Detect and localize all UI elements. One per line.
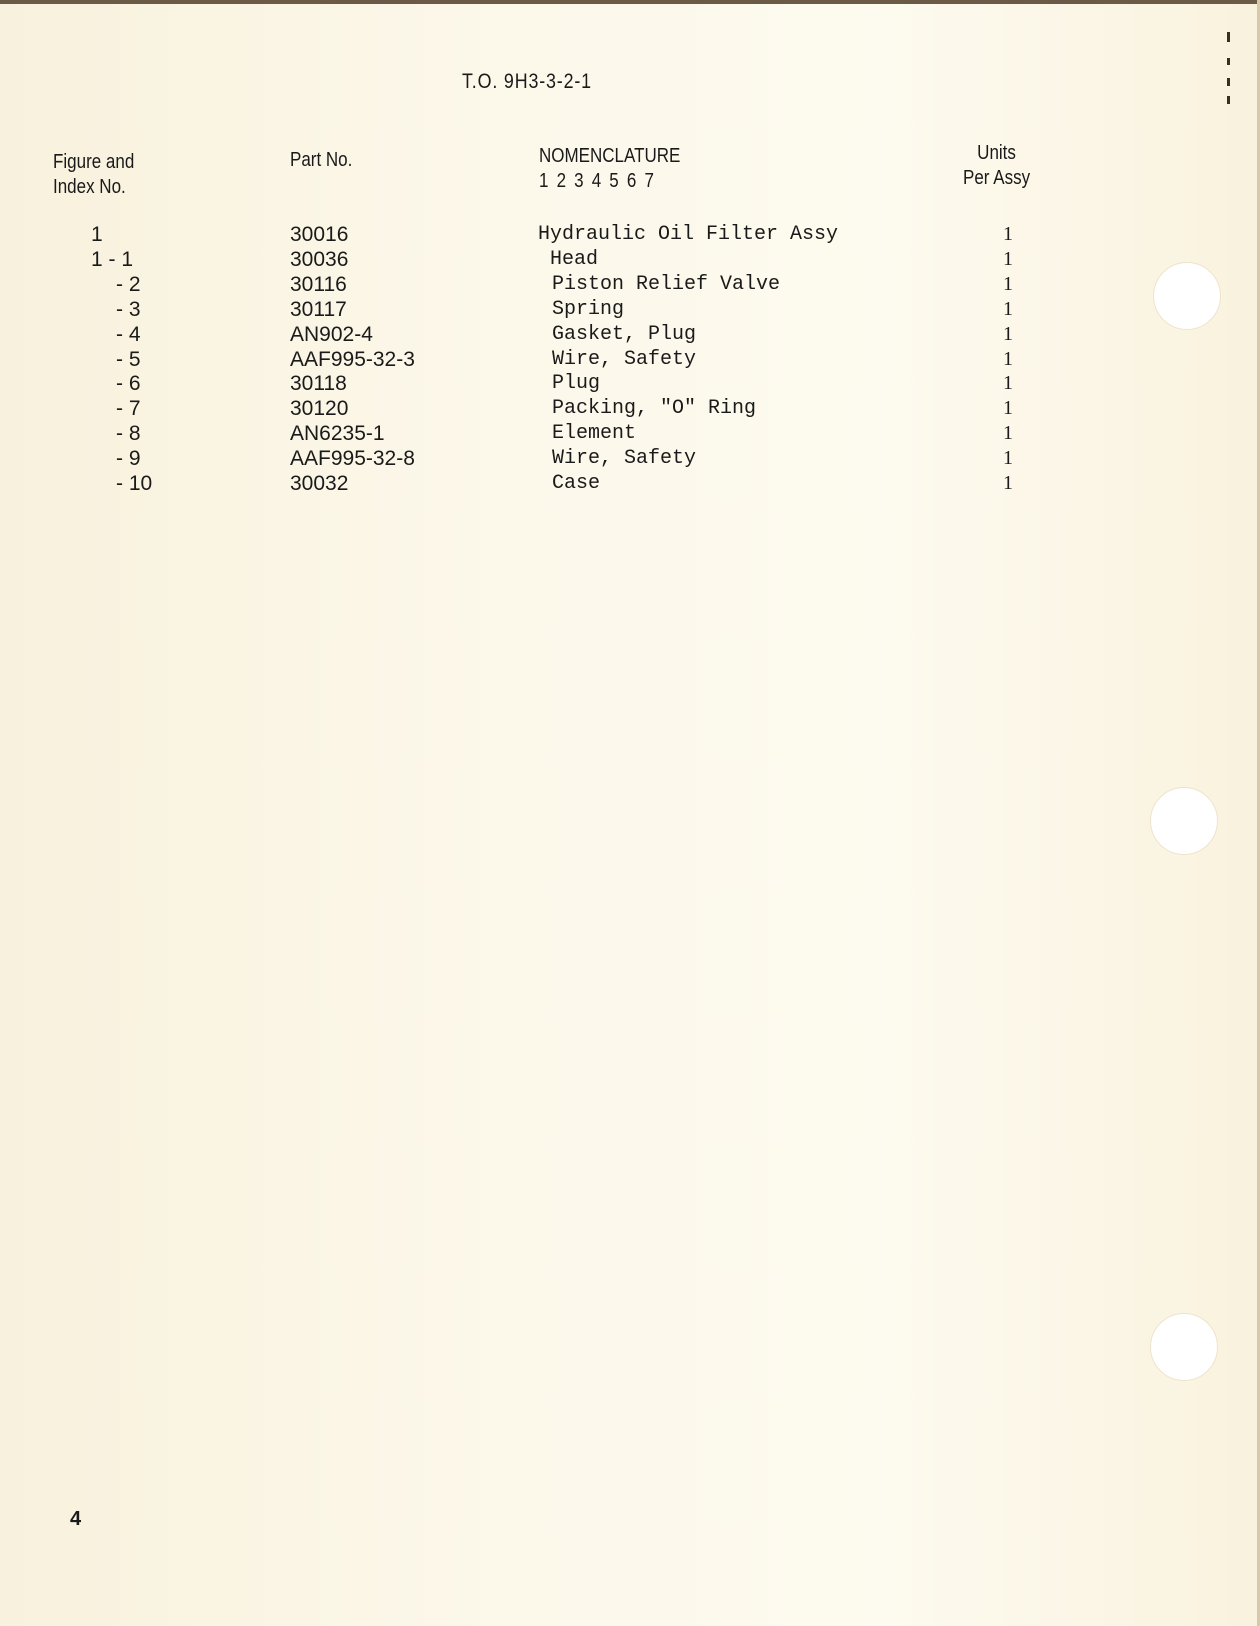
figure-index-cell: - 3 [116,297,141,321]
nomenclature-cell: Packing, "O" Ring [552,397,757,421]
header-figure-line1: Figure and [53,151,135,173]
header-nomenclature-levels: 1 2 3 4 5 6 7 [539,170,656,192]
figure-index-cell: - 8 [116,422,141,446]
figure-index-cell: - 6 [116,372,141,396]
header-figure-index: Figure and Index No. [53,150,134,200]
page-top-edge [0,0,1260,4]
table-row: - 4 AN902-4 Gasket, Plug 1 [0,322,1260,347]
table-row: - 10 30032 Case 1 [0,471,1260,496]
punch-hole [1153,262,1221,330]
table-row: - 3 30117 Spring 1 [0,297,1260,322]
page-number: 4 [70,1508,82,1530]
part-number-cell: 30117 [290,297,347,321]
figure-index-cell: - 10 [116,472,153,495]
header-units-per-assy: Units Per Assy [963,141,1030,191]
part-number-cell: 30118 [290,372,347,396]
header-figure-line2: Index No. [53,176,126,198]
technical-order-number: T.O. 9H3-3-2-1 [462,70,592,93]
header-part-no: Part No. [290,149,353,171]
units-per-assy-cell: 1 [1003,322,1013,345]
units-per-assy-cell: 1 [1003,447,1013,470]
table-row: 1 - 1 30036 Head 1 [0,247,1260,272]
table-row: - 6 30118 Plug 1 [0,371,1260,396]
figure-index-cell: 1 - 1 [91,247,134,271]
figure-index-cell: 1 [91,223,103,246]
nomenclature-cell: Case [552,472,601,495]
nomenclature-cell: Hydraulic Oil Filter Assy [538,223,839,246]
units-per-assy-cell: 1 [1003,272,1013,295]
figure-index-cell: - 4 [116,322,141,346]
staple-mark-icon [1224,28,1234,108]
header-nomenclature: NOMENCLATURE 1 2 3 4 5 6 7 [539,144,680,194]
units-per-assy-cell: 1 [1003,472,1013,494]
figure-index-cell: - 5 [116,347,141,371]
figure-index-cell: - 9 [116,447,141,471]
part-number-cell: 30032 [290,472,349,495]
table-row: - 5 AAF995-32-3 Wire, Safety 1 [0,347,1260,372]
table-row: 1 30016 Hydraulic Oil Filter Assy 1 [0,222,1260,247]
units-per-assy-cell: 1 [1003,247,1013,270]
part-number-cell: 30120 [290,397,349,421]
punch-hole [1150,787,1218,855]
units-per-assy-cell: 1 [1003,422,1013,445]
units-per-assy-cell: 1 [1003,397,1013,420]
nomenclature-cell: Piston Relief Valve [552,272,781,296]
document-page: T.O. 9H3-3-2-1 Figure and Index No. Part… [0,0,1260,1626]
nomenclature-cell: Head [550,247,599,271]
nomenclature-cell: Gasket, Plug [552,322,697,346]
table-row: - 8 AN6235-1 Element 1 [0,421,1260,446]
table-row: - 7 30120 Packing, "O" Ring 1 [0,396,1260,421]
nomenclature-cell: Wire, Safety [552,447,697,471]
units-per-assy-cell: 1 [1003,347,1013,370]
part-number-cell: AAF995-32-3 [290,347,415,371]
table-row: - 9 AAF995-32-8 Wire, Safety 1 [0,446,1260,471]
nomenclature-cell: Plug [552,372,601,396]
figure-index-cell: - 7 [116,397,141,421]
part-number-cell: 30036 [290,247,349,271]
units-per-assy-cell: 1 [1003,223,1013,245]
part-number-cell: AAF995-32-8 [290,447,415,471]
units-per-assy-cell: 1 [1003,297,1013,320]
header-units-line1: Units [977,142,1016,164]
nomenclature-cell: Wire, Safety [552,347,697,371]
header-units-line2: Per Assy [963,167,1031,189]
figure-index-cell: - 2 [116,272,141,296]
nomenclature-cell: Spring [552,297,625,321]
nomenclature-cell: Element [552,422,637,446]
header-nomenclature-title: NOMENCLATURE [539,145,681,167]
part-number-cell: AN902-4 [290,322,373,346]
table-row: - 2 30116 Piston Relief Valve 1 [0,272,1260,297]
punch-hole [1150,1313,1218,1381]
part-number-cell: AN6235-1 [290,422,385,446]
part-number-cell: 30116 [290,272,347,296]
units-per-assy-cell: 1 [1003,372,1013,395]
part-number-cell: 30016 [290,223,349,246]
